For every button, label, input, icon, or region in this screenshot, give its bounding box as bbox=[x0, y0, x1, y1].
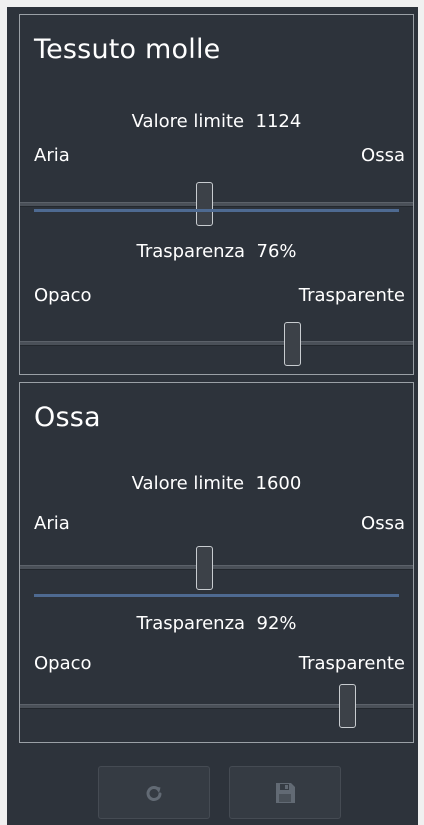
transparency-row: Trasparenza 92% bbox=[20, 613, 413, 634]
transparency-row: Trasparenza 76% bbox=[20, 241, 413, 262]
save-icon bbox=[273, 781, 297, 805]
threshold-slider-thumb[interactable] bbox=[195, 546, 213, 590]
soft-tissue-section: Tessuto molle Valore limite 1124 Aria Os… bbox=[19, 14, 414, 375]
section-title: Ossa bbox=[34, 402, 101, 433]
reset-button[interactable] bbox=[98, 766, 210, 819]
bone-section: Ossa Valore limite 1600 Aria Ossa Traspa… bbox=[19, 382, 414, 743]
threshold-max-label: Ossa bbox=[361, 513, 405, 534]
transparency-label: Trasparenza bbox=[136, 241, 246, 262]
threshold-row: Valore limite 1600 bbox=[20, 473, 413, 494]
threshold-slider-track[interactable] bbox=[20, 202, 413, 207]
threshold-min-label: Aria bbox=[34, 145, 70, 166]
threshold-label: Valore limite bbox=[131, 111, 245, 132]
threshold-value: 1124 bbox=[255, 111, 302, 132]
reset-icon bbox=[143, 782, 165, 804]
threshold-slider-thumb[interactable] bbox=[195, 182, 213, 226]
transparency-slider-track[interactable] bbox=[20, 341, 413, 346]
section-divider bbox=[34, 209, 399, 212]
threshold-label: Valore limite bbox=[131, 473, 245, 494]
threshold-row: Valore limite 1124 bbox=[20, 111, 413, 132]
section-divider bbox=[34, 594, 399, 597]
transfer-function-panel: Tessuto molle Valore limite 1124 Aria Os… bbox=[7, 7, 418, 825]
transparency-min-label: Opaco bbox=[34, 285, 92, 306]
transparency-slider-thumb[interactable] bbox=[338, 684, 356, 728]
transparency-value: 92% bbox=[256, 613, 297, 634]
threshold-slider-track[interactable] bbox=[20, 565, 413, 570]
section-title: Tessuto molle bbox=[34, 34, 221, 65]
transparency-max-label: Trasparente bbox=[298, 285, 405, 306]
transparency-slider-thumb[interactable] bbox=[284, 322, 302, 366]
transparency-label: Trasparenza bbox=[136, 613, 246, 634]
threshold-min-label: Aria bbox=[34, 513, 70, 534]
save-button[interactable] bbox=[229, 766, 341, 819]
transparency-max-label: Trasparente bbox=[298, 653, 405, 674]
transparency-value: 76% bbox=[256, 241, 297, 262]
transparency-min-label: Opaco bbox=[34, 653, 92, 674]
threshold-value: 1600 bbox=[255, 473, 302, 494]
threshold-max-label: Ossa bbox=[361, 145, 405, 166]
